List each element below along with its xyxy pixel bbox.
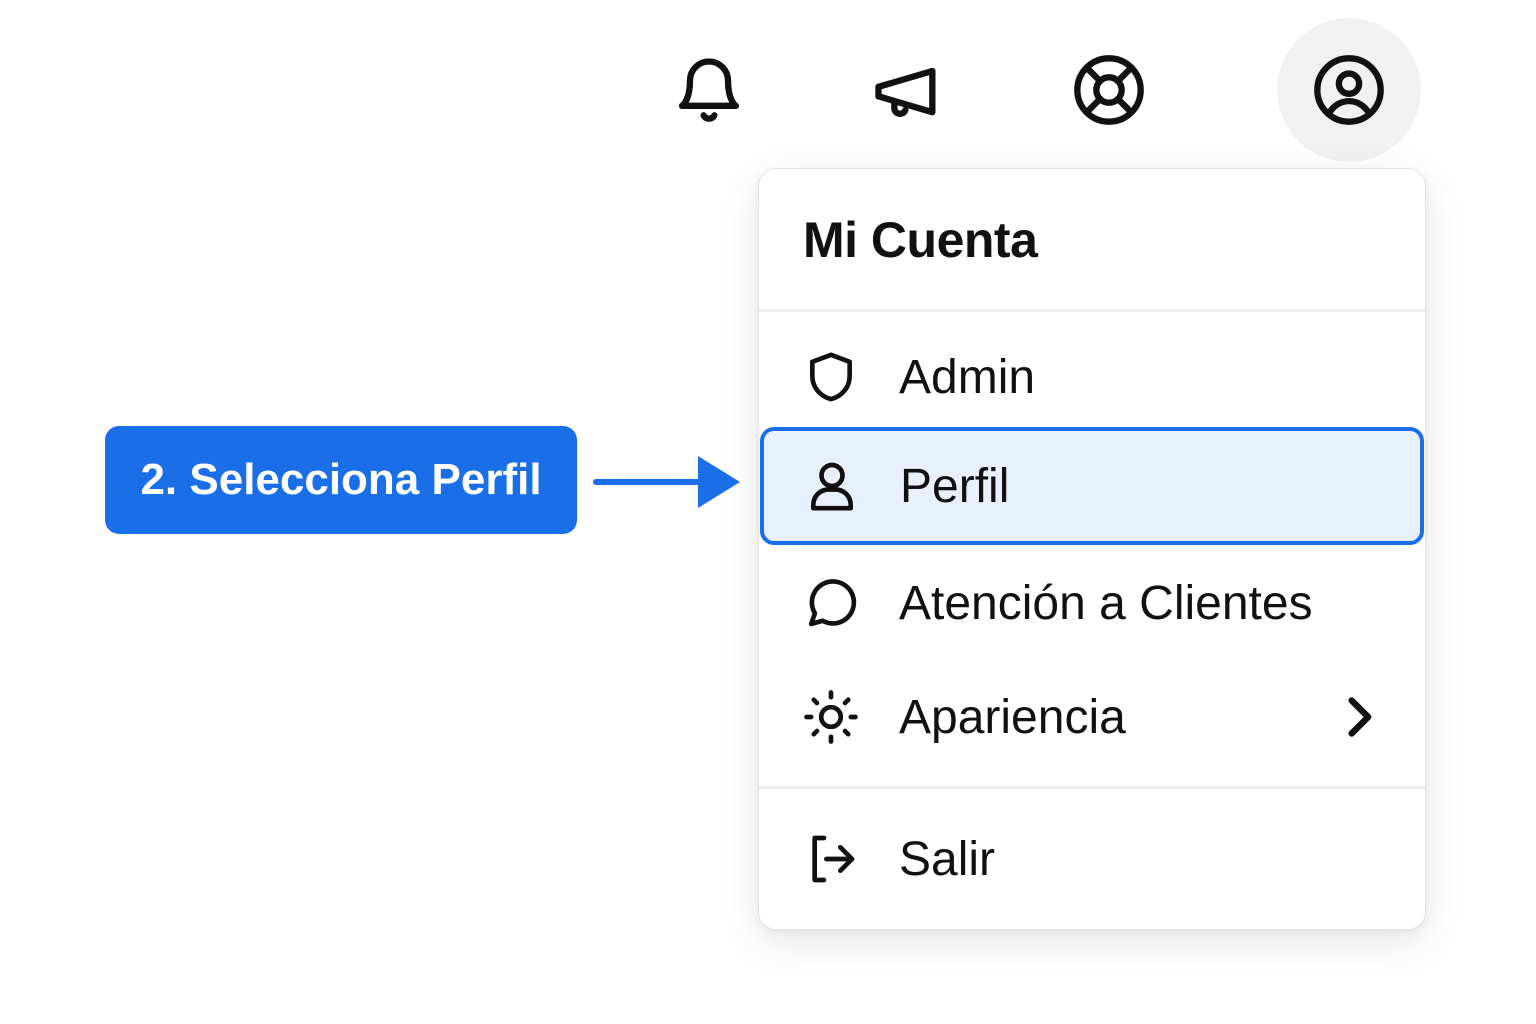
account-button[interactable] (1277, 18, 1421, 162)
menu-item-label: Salir (899, 832, 996, 886)
menu-item-label: Admin (899, 350, 1036, 404)
menu-item-admin[interactable]: Admin (759, 319, 1425, 435)
menu-title: Mi Cuenta (803, 212, 1038, 268)
logout-icon (801, 829, 861, 889)
megaphone-icon (875, 67, 936, 117)
user-circle-icon (1314, 55, 1384, 125)
help-button[interactable] (1037, 18, 1181, 162)
menu-divider (759, 309, 1425, 312)
menu-item-label: Apariencia (899, 690, 1126, 744)
account-dropdown-menu: Mi Cuenta Admin Perfil Atención a Client… (758, 168, 1426, 930)
shield-icon (801, 347, 861, 407)
page: Mi Cuenta Admin Perfil Atención a Client… (0, 0, 1536, 1024)
chat-bubble-icon (801, 573, 861, 633)
lifebuoy-icon (1074, 55, 1144, 125)
menu-item-perfil[interactable]: Perfil (760, 427, 1424, 545)
sun-icon (801, 687, 861, 747)
announcements-button[interactable] (835, 18, 979, 162)
notifications-button[interactable] (637, 18, 781, 162)
menu-item-label: Atención a Clientes (899, 576, 1313, 630)
menu-item-label: Perfil (900, 459, 1010, 513)
menu-item-apariencia[interactable]: Apariencia (759, 659, 1425, 775)
menu-divider (759, 786, 1425, 789)
bell-icon (678, 58, 740, 122)
menu-item-atencion-clientes[interactable]: Atención a Clientes (759, 545, 1425, 661)
menu-item-salir[interactable]: Salir (759, 801, 1425, 917)
chevron-right-icon (1337, 695, 1381, 739)
user-icon (802, 456, 862, 516)
instruction-callout: 2. Selecciona Perfil (105, 426, 577, 534)
arrow-right-icon (593, 456, 740, 508)
